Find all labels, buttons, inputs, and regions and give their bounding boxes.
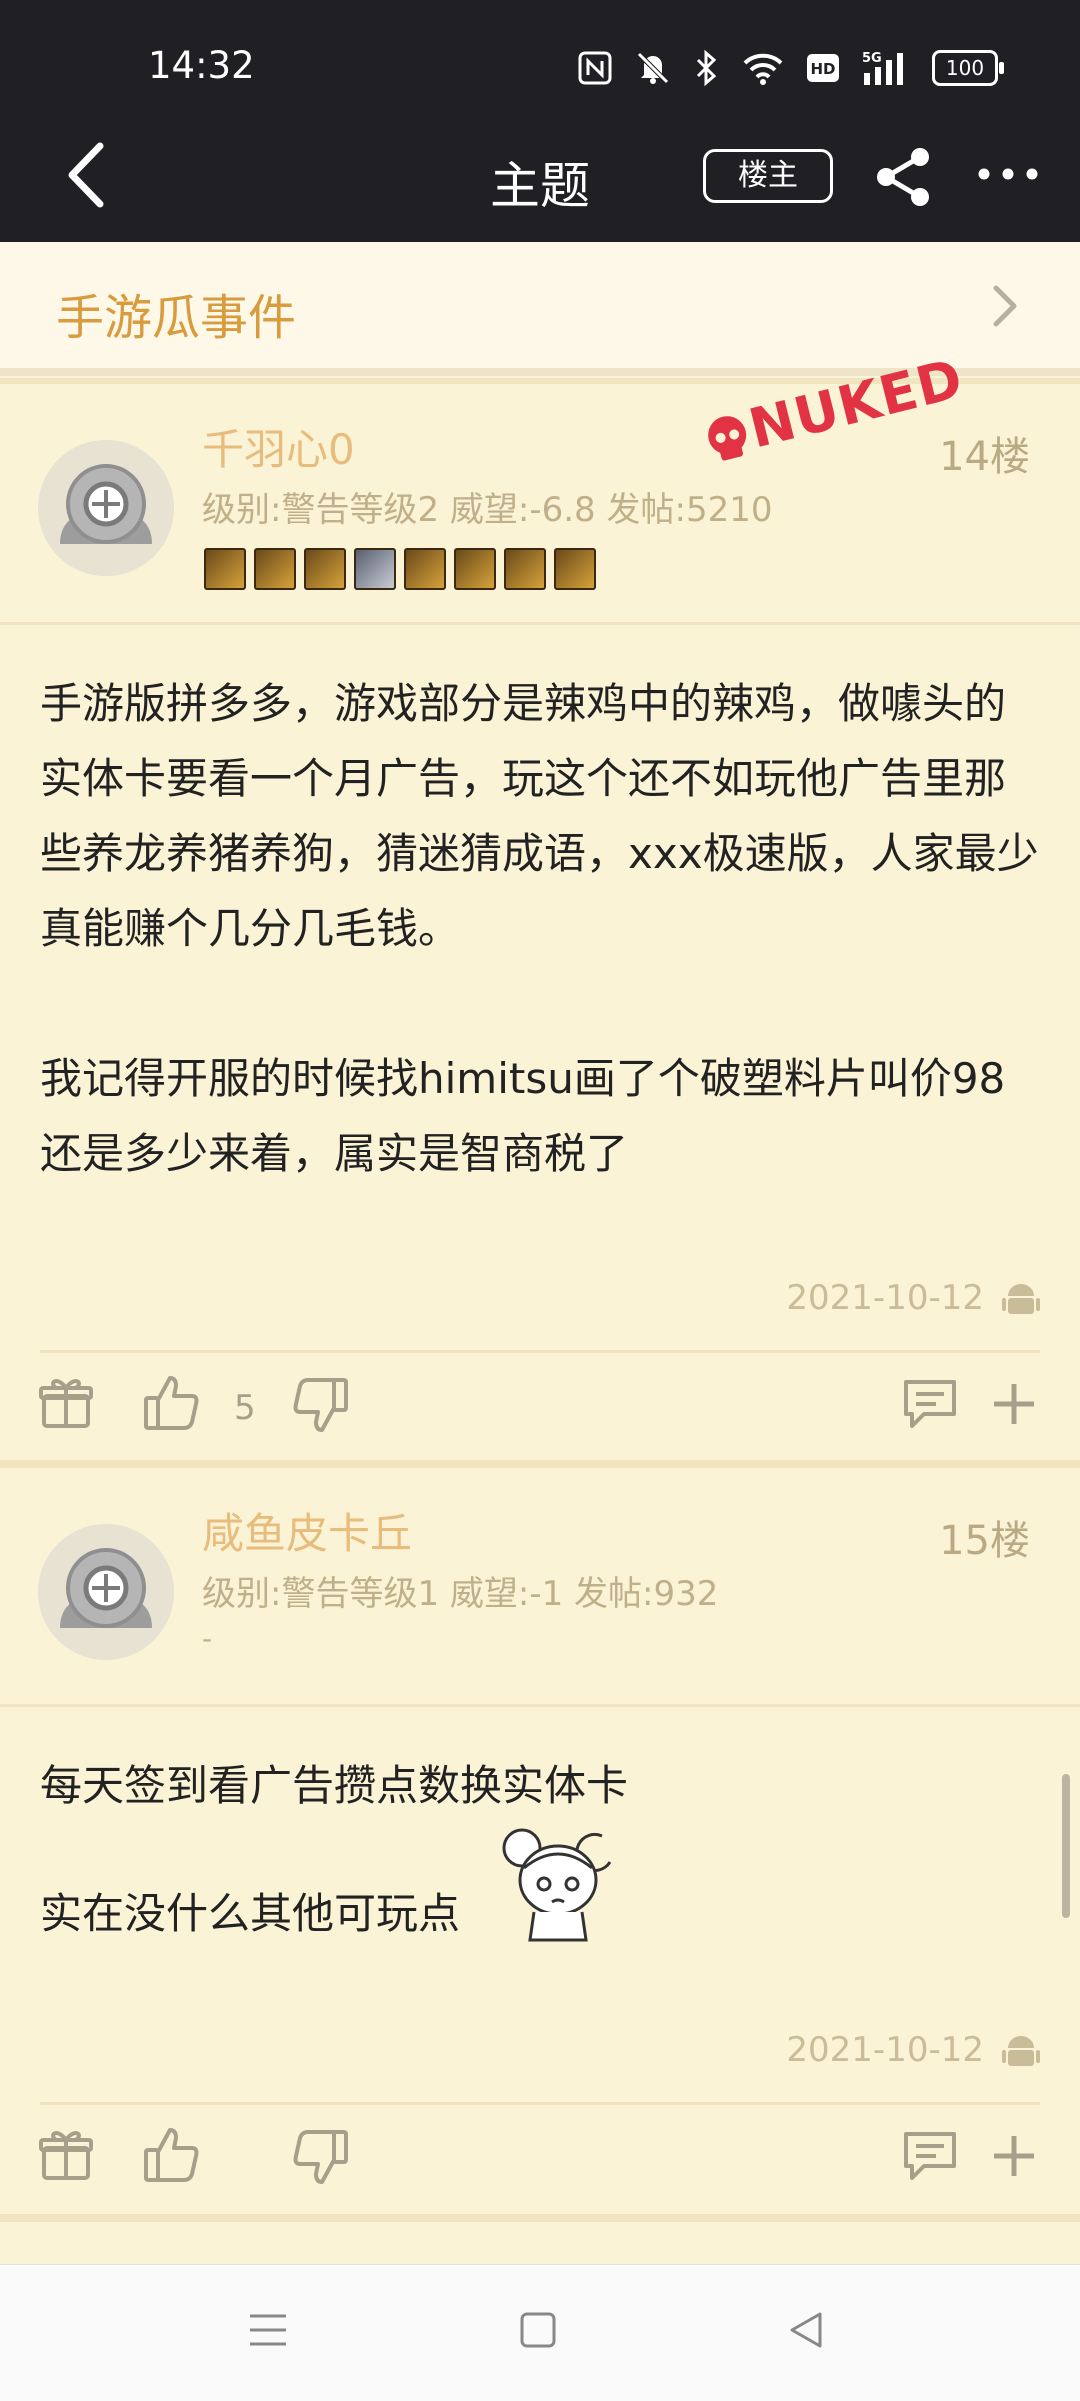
gift-icon[interactable]: [36, 2124, 96, 2184]
battery-icon: 100: [932, 50, 1004, 86]
thumbs-up-icon[interactable]: [142, 2124, 202, 2184]
badge-icon[interactable]: [304, 548, 346, 590]
post-content-line: 每天签到看广告攒点数换实体卡: [40, 1761, 629, 1810]
plus-icon[interactable]: [984, 1374, 1044, 1434]
menu-icon[interactable]: [246, 2310, 290, 2350]
badge-list: [204, 548, 596, 590]
hd-icon: HD: [807, 54, 839, 82]
divider: [40, 2102, 1040, 2105]
badge-icon[interactable]: [354, 548, 396, 590]
wifi-icon: [743, 53, 783, 85]
back-nav-icon[interactable]: [786, 2310, 826, 2350]
post-date: 2021-10-12: [786, 2030, 984, 2070]
username[interactable]: 咸鱼皮卡丘: [202, 1500, 412, 1561]
home-icon[interactable]: [518, 2310, 558, 2350]
floor-number: 15楼: [939, 1518, 1030, 1564]
avatar[interactable]: [38, 1524, 174, 1660]
post-content: 手游版拼多多，游戏部分是辣鸡中的辣鸡，做噱头的实体卡要看一个月广告，玩这个还不如…: [40, 679, 1039, 1178]
share-icon[interactable]: [872, 145, 936, 209]
user-meta: 级别:警告等级1 威望:-1 发帖:932: [202, 1574, 719, 1614]
user-meta: 级别:警告等级2 威望:-6.8 发帖:5210: [202, 490, 773, 530]
svg-text:5G: 5G: [862, 51, 882, 66]
like-count: 5: [234, 1388, 256, 1428]
divider: [0, 622, 1080, 625]
sticker-emoji: [502, 1828, 612, 1942]
bluetooth-icon: [696, 49, 717, 87]
badge-icon[interactable]: [554, 548, 596, 590]
badge-icon[interactable]: [504, 548, 546, 590]
svg-text:HD: HD: [810, 60, 835, 78]
only-op-button[interactable]: 楼主: [703, 149, 833, 203]
thumbs-up-icon[interactable]: [142, 1372, 202, 1432]
floor-number: 14楼: [939, 434, 1030, 480]
username[interactable]: 千羽心0: [202, 416, 355, 477]
nfc-icon: [578, 51, 612, 85]
post-content-line: 实在没什么其他可玩点: [40, 1889, 461, 1938]
plus-icon[interactable]: [984, 2126, 1044, 2186]
more-icon[interactable]: [976, 154, 1040, 194]
avatar[interactable]: [38, 440, 174, 576]
badge-icon[interactable]: [404, 548, 446, 590]
badge-icon[interactable]: [204, 548, 246, 590]
android-icon: [1002, 2036, 1040, 2066]
signal-5g-icon: 5G: [862, 51, 903, 85]
status-time: 14:32: [148, 44, 255, 87]
status-icons: HD 5G 100: [578, 48, 1004, 88]
thumbs-down-icon[interactable]: [290, 2128, 350, 2188]
comment-icon[interactable]: [900, 2126, 960, 2186]
divider: [0, 1704, 1080, 1707]
gift-icon[interactable]: [36, 1372, 96, 1432]
thumbs-down-icon[interactable]: [290, 1376, 350, 1436]
user-signature: -: [202, 1622, 213, 1655]
mute-icon: [637, 52, 669, 84]
post-date: 2021-10-12: [786, 1278, 984, 1318]
chevron-right-icon[interactable]: [984, 282, 1024, 330]
android-icon: [1002, 1284, 1040, 1314]
scrollbar[interactable]: [1062, 1774, 1070, 1918]
comment-icon[interactable]: [900, 1374, 960, 1434]
badge-icon[interactable]: [254, 548, 296, 590]
board-name[interactable]: 手游瓜事件: [56, 278, 296, 348]
badge-icon[interactable]: [454, 548, 496, 590]
divider: [40, 1350, 1040, 1353]
